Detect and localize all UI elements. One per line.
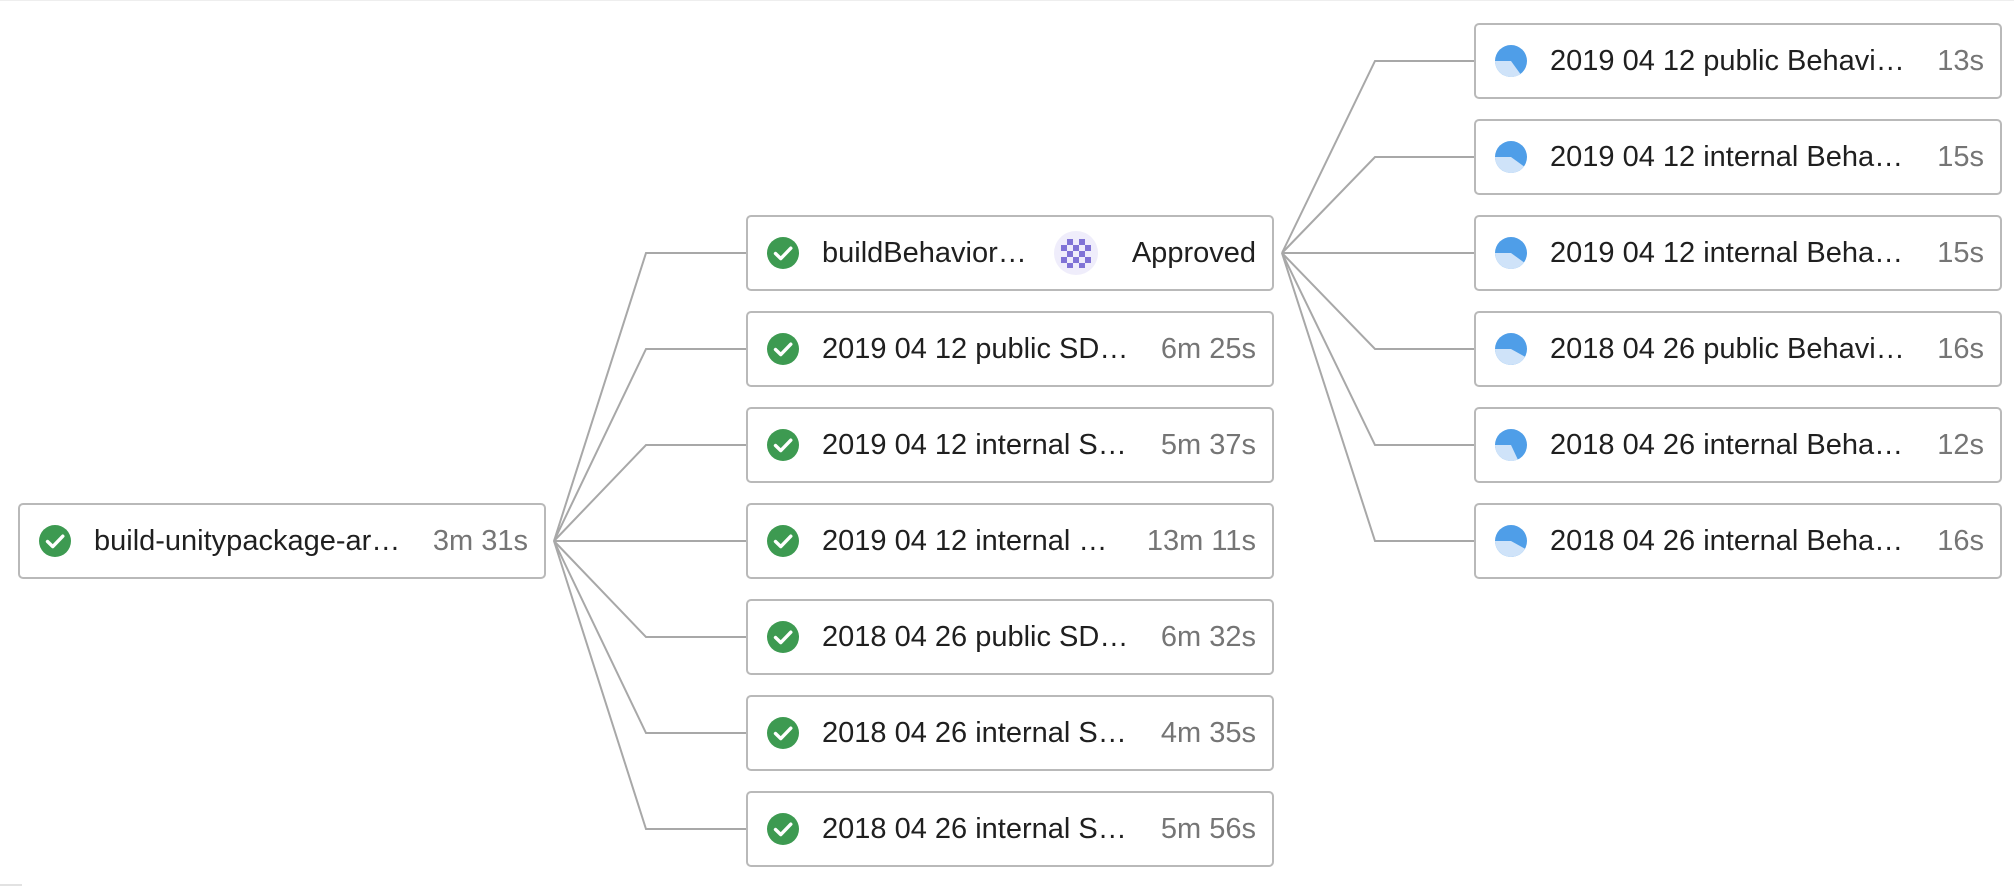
job-name: buildBehavior… <box>822 236 1027 269</box>
job-name: 2018 04 26 internal S… <box>822 812 1127 845</box>
connector-line <box>1281 156 1474 254</box>
job-node[interactable]: 2019 04 12 internal … 13m 11s <box>746 503 1274 579</box>
job-name: 2018 04 26 internal Beha… <box>1550 524 1904 557</box>
job-duration: 13m 11s <box>1146 524 1256 557</box>
connector-line <box>553 252 746 542</box>
job-node-running[interactable]: 2019 04 12 public Behavi… 13s <box>1474 23 2002 99</box>
job-node-running[interactable]: 2018 04 26 internal Beha… 12s <box>1474 407 2002 483</box>
job-duration: 6m 25s <box>1160 332 1256 365</box>
running-pie-icon <box>1495 333 1527 365</box>
job-duration: 5m 56s <box>1160 812 1256 845</box>
job-duration: 16s <box>1937 524 1984 557</box>
job-node-running[interactable]: 2019 04 12 internal Beha… 15s <box>1474 215 2002 291</box>
connector-line <box>553 540 746 830</box>
job-duration: 3m 31s <box>432 524 528 557</box>
running-pie-icon <box>1495 45 1527 77</box>
job-name: 2019 04 12 internal Beha… <box>1550 236 1904 269</box>
running-pie-icon <box>1495 237 1527 269</box>
job-duration: 12s <box>1937 428 1984 461</box>
job-node[interactable]: 2019 04 12 internal S… 5m 37s <box>746 407 1274 483</box>
job-node-running[interactable]: 2018 04 26 internal Beha… 16s <box>1474 503 2002 579</box>
job-duration: 15s <box>1937 140 1984 173</box>
identicon-avatar-icon <box>1053 231 1098 275</box>
job-name: 2019 04 12 internal … <box>822 524 1108 557</box>
job-duration: 13s <box>1937 44 1984 77</box>
job-name: build-unitypackage-ar… <box>94 524 401 557</box>
running-pie-icon <box>1495 525 1527 557</box>
running-pie-icon <box>1495 429 1527 461</box>
job-name: 2019 04 12 public SD… <box>822 332 1129 365</box>
connector-line <box>1281 252 1474 350</box>
job-duration: 16s <box>1937 332 1984 365</box>
check-circle-icon <box>39 525 71 557</box>
job-name: 2018 04 26 internal S… <box>822 716 1127 749</box>
approval-status: Approved <box>1131 236 1256 269</box>
job-node-approval[interactable]: buildBehavior… Approved <box>746 215 1274 291</box>
job-node[interactable]: 2018 04 26 internal S… 4m 35s <box>746 695 1274 771</box>
check-circle-icon <box>767 813 799 845</box>
job-duration: 4m 35s <box>1160 716 1256 749</box>
job-name: 2019 04 12 public Behavi… <box>1550 44 1905 77</box>
job-name: 2019 04 12 internal Beha… <box>1550 140 1904 173</box>
connector-line <box>553 540 746 638</box>
running-pie-icon <box>1495 141 1527 173</box>
connector-line <box>553 444 746 542</box>
check-circle-icon <box>767 429 799 461</box>
job-name: 2018 04 26 public Behavi… <box>1550 332 1905 365</box>
check-circle-icon <box>767 621 799 653</box>
pipeline-graph: build-unitypackage-ar… 3m 31s buildBehav… <box>0 0 2014 888</box>
job-node-root[interactable]: build-unitypackage-ar… 3m 31s <box>18 503 546 579</box>
job-duration: 5m 37s <box>1160 428 1256 461</box>
job-node[interactable]: 2018 04 26 internal S… 5m 56s <box>746 791 1274 867</box>
job-node-running[interactable]: 2019 04 12 internal Beha… 15s <box>1474 119 2002 195</box>
job-node[interactable]: 2019 04 12 public SD… 6m 25s <box>746 311 1274 387</box>
job-duration: 15s <box>1937 236 1984 269</box>
job-duration: 6m 32s <box>1160 620 1256 653</box>
check-circle-icon <box>767 237 799 269</box>
check-circle-icon <box>767 717 799 749</box>
job-name: 2019 04 12 internal S… <box>822 428 1127 461</box>
bottom-divider <box>0 884 22 886</box>
check-circle-icon <box>767 333 799 365</box>
job-name: 2018 04 26 public SD… <box>822 620 1129 653</box>
check-circle-icon <box>767 525 799 557</box>
job-name: 2018 04 26 internal Beha… <box>1550 428 1904 461</box>
job-node-running[interactable]: 2018 04 26 public Behavi… 16s <box>1474 311 2002 387</box>
job-node[interactable]: 2018 04 26 public SD… 6m 32s <box>746 599 1274 675</box>
connector-line <box>1281 252 1474 542</box>
